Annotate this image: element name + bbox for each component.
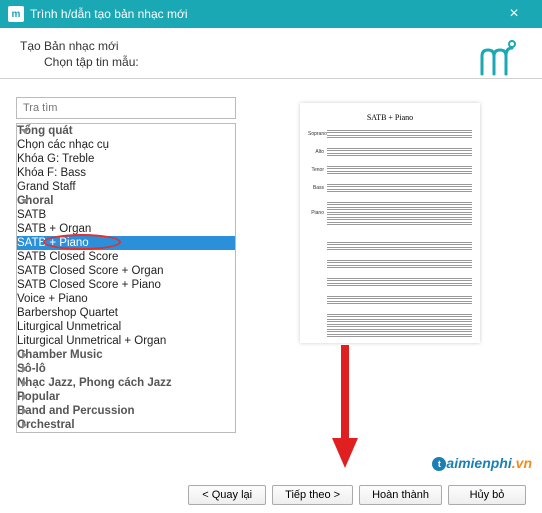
tree-item[interactable]: Grand Staff [17,180,235,194]
search-input[interactable] [16,97,236,119]
category-chamber[interactable]: Chamber Music [17,348,235,362]
category-orchestral[interactable]: Orchestral [17,418,235,432]
app-icon: m [8,6,24,22]
template-tree[interactable]: Tổng quát Chọn các nhạc cụ Khóa G: Trebl… [16,123,236,433]
finish-button[interactable]: Hoàn thành [359,485,442,505]
wizard-header: Tạo Bản nhạc mới Chọn tập tin mẫu: [0,28,542,79]
musescore-logo [478,38,522,83]
category-general[interactable]: Tổng quát [17,124,235,138]
tree-item[interactable]: Liturgical Unmetrical + Organ [17,334,235,348]
header-title: Tạo Bản nhạc mới [20,38,139,54]
preview-page: SATB + Piano Soprano Alto Tenor Bass Pia… [300,103,480,343]
category-jazz[interactable]: Nhạc Jazz, Phong cách Jazz [17,376,235,390]
tree-item[interactable]: SATB Closed Score [17,250,235,264]
tree-item-selected[interactable]: SATB + Piano [17,236,235,250]
tree-item[interactable]: SATB Closed Score + Organ [17,264,235,278]
back-button[interactable]: < Quay lại [188,485,266,505]
category-band[interactable]: Band and Percussion [17,404,235,418]
preview-title: SATB + Piano [308,113,472,122]
tree-item[interactable]: SATB + Organ [17,222,235,236]
window-title: Trình h/dẫn tạo bản nhạc mới [30,7,494,21]
watermark: taimienphi.vn [432,455,532,471]
tree-item[interactable]: Khóa F: Bass [17,166,235,180]
preview-panel: SATB + Piano Soprano Alto Tenor Bass Pia… [254,97,526,433]
part-label: Tenor [308,167,324,173]
watermark-icon: t [432,457,446,471]
tree-item[interactable]: Barbershop Quartet [17,306,235,320]
tree-item[interactable]: Khóa G: Treble [17,152,235,166]
tree-item[interactable]: Liturgical Unmetrical [17,320,235,334]
category-choral[interactable]: Choral [17,194,235,208]
next-button[interactable]: Tiếp theo > [272,485,353,505]
template-panel: Tổng quát Chọn các nhạc cụ Khóa G: Trebl… [16,97,236,433]
tree-item[interactable]: Voice + Piano [17,292,235,306]
close-button[interactable]: × [494,5,534,23]
part-label: Piano [308,210,324,216]
titlebar: m Trình h/dẫn tạo bản nhạc mới × [0,0,542,28]
part-label: Soprano [308,131,324,137]
header-subtitle: Chọn tập tin mẫu: [20,54,139,70]
category-popular[interactable]: Popular [17,390,235,404]
part-label: Bass [308,185,324,191]
part-label: Alto [308,149,324,155]
tree-item[interactable]: SATB Closed Score + Piano [17,278,235,292]
category-solo[interactable]: Sô-lô [17,362,235,376]
wizard-footer: < Quay lại Tiếp theo > Hoàn thành Hủy bỏ [188,485,526,505]
cancel-button[interactable]: Hủy bỏ [448,485,526,505]
tree-item[interactable]: Chọn các nhạc cụ [17,138,235,152]
tree-item[interactable]: SATB [17,208,235,222]
